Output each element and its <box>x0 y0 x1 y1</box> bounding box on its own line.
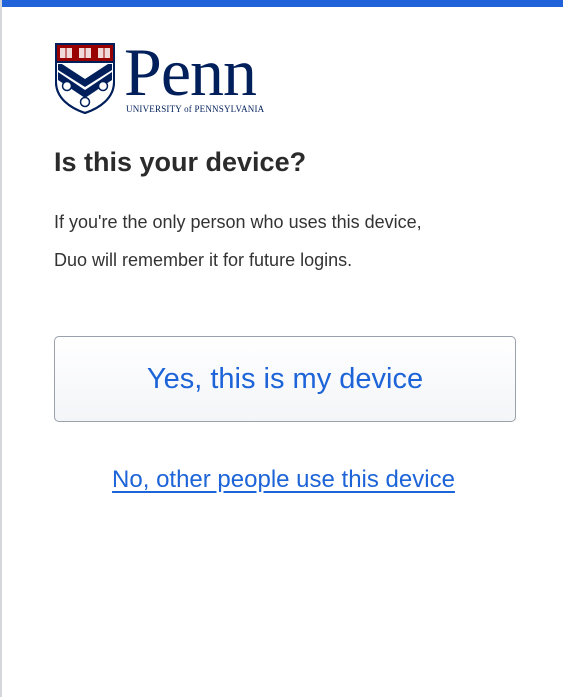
penn-logo: Penn UNIVERSITY of PENNSYLVANIA <box>54 38 286 118</box>
description-line-2: Duo will remember it for future logins. <box>54 250 353 270</box>
duo-prompt-frame: Penn UNIVERSITY of PENNSYLVANIA Is this … <box>0 0 563 697</box>
dont-trust-device-link[interactable]: No, other people use this device <box>112 466 455 493</box>
no-link-container: No, other people use this device <box>2 463 563 497</box>
logo-wordmark: Penn <box>124 34 257 110</box>
trust-device-button[interactable]: Yes, this is my device <box>54 336 516 422</box>
description-line-1: If you're the only person who uses this … <box>54 212 422 232</box>
penn-shield-icon <box>55 43 115 114</box>
logo-subtitle: UNIVERSITY of PENNSYLVANIA <box>126 104 265 114</box>
accent-top-bar <box>2 0 563 7</box>
page-title: Is this your device? <box>54 147 307 177</box>
prompt-description: If you're the only person who uses this … <box>54 203 524 279</box>
